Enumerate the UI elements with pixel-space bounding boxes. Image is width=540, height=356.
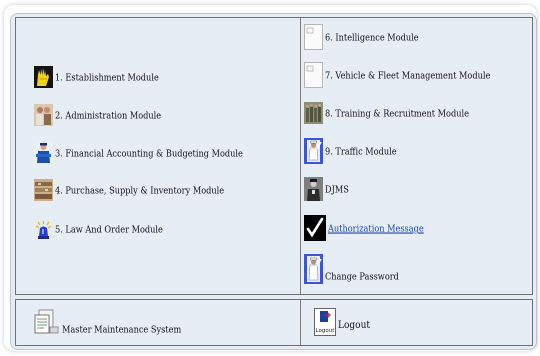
module-label: 9. Traffic Module [325,145,397,157]
module-establishment[interactable]: 1. Establishment Module [34,66,159,88]
module-label: 2. Administration Module [55,109,162,121]
warehouse-icon [34,179,53,201]
module-label: 8. Training & Recruitment Module [325,107,469,119]
module-traffic[interactable]: 9. Traffic Module [304,138,397,164]
module-label: 1. Establishment Module [55,71,159,83]
module-change-password[interactable]: Change Password [304,254,399,284]
trainees-photo-icon [304,102,323,124]
footer-bar: Master Maintenance System Logout Logout [15,299,533,346]
footer-divider [300,300,301,345]
module-label: 4. Purchase, Supply & Inventory Module [55,184,225,196]
traffic-police-icon [304,254,323,284]
module-authorization-message[interactable]: Authorization Message [304,215,424,241]
module-administration[interactable]: 2. Administration Module [34,104,161,126]
logout-button[interactable]: Logout Logout [314,308,370,336]
module-label: 6. Intelligence Module [325,31,419,43]
authorization-message-link[interactable]: Authorization Message [328,222,424,233]
checkmark-icon [304,215,326,241]
officers-photo-icon [34,104,53,126]
module-label: DJMS [325,183,349,195]
siren-icon [34,218,53,240]
officer-photo-icon [304,177,323,201]
module-purchase-supply[interactable]: 4. Purchase, Supply & Inventory Module [34,179,224,201]
module-intelligence[interactable]: 6. Intelligence Module [304,24,419,50]
module-label: Change Password [325,270,399,282]
blank-document-icon [304,62,323,88]
police-officer-icon [34,142,53,164]
traffic-police-icon [304,138,323,164]
master-maintenance-button[interactable]: Master Maintenance System [34,309,181,335]
module-training-recruitment[interactable]: 8. Training & Recruitment Module [304,102,469,124]
hands-icon [34,66,53,88]
module-vehicle-fleet[interactable]: 7. Vehicle & Fleet Management Module [304,62,490,88]
master-maintenance-label: Master Maintenance System [62,323,182,335]
column-divider [300,18,301,294]
logout-door-icon: Logout [314,308,336,336]
menu-panel: 1. Establishment Module 2. Administratio… [10,13,537,350]
module-label: 7. Vehicle & Fleet Management Module [325,69,491,81]
logout-label: Logout [338,320,370,332]
module-label: 3. Financial Accounting & Budgeting Modu… [55,147,243,159]
module-djms[interactable]: DJMS [304,177,349,201]
documents-icon [34,309,60,335]
svg-text:Logout: Logout [316,328,336,334]
module-financial-accounting[interactable]: 3. Financial Accounting & Budgeting Modu… [34,142,243,164]
blank-document-icon [304,24,323,50]
module-label: 5. Law And Order Module [55,223,163,235]
module-grid: 1. Establishment Module 2. Administratio… [15,17,533,295]
module-law-and-order[interactable]: 5. Law And Order Module [34,218,163,240]
